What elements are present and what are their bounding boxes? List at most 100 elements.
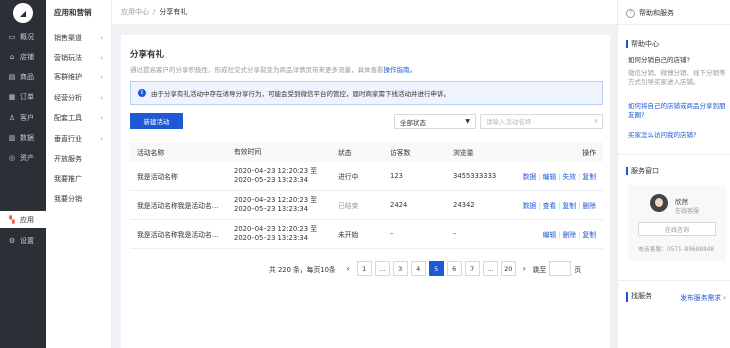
cell-name: 我是活动名称: [137, 173, 178, 181]
nav-item-label: 应用: [20, 215, 34, 224]
subnav-label: 我要分销: [54, 195, 82, 203]
help-header: ? 帮助和服务: [626, 8, 674, 18]
chevron-right-icon: ›: [100, 114, 103, 122]
service-card: 欣然 在线客服 在线咨询 电话客服：0571–89688848: [628, 185, 726, 261]
nav-item-settings[interactable]: ⚙ 设置: [0, 232, 46, 249]
page-button[interactable]: 20: [500, 261, 516, 276]
cell-views: 24342: [453, 201, 475, 209]
help-center-title: 帮助中心: [626, 40, 659, 48]
nav-item-label: 商品: [20, 72, 34, 81]
nav-item-data[interactable]: ▥ 数据: [0, 129, 46, 146]
order-icon: ▦: [8, 92, 16, 101]
page-button[interactable]: 4: [410, 261, 426, 276]
divider: [618, 280, 730, 281]
action-copy[interactable]: 复制: [563, 202, 577, 210]
subnav-item-sales-channel[interactable]: 销售渠道 ›: [46, 30, 112, 46]
nav-item-label: 客户: [20, 113, 34, 122]
divider: [618, 154, 730, 155]
page-button-active[interactable]: 5: [428, 261, 444, 276]
cell-time: 2020–04–23 12:20:23 至 2020–05–23 13:23:34: [234, 225, 338, 243]
action-delete[interactable]: 删除: [563, 231, 577, 239]
search-icon[interactable]: ⌕: [594, 117, 598, 126]
nav-item-apps[interactable]: ▚ 应用: [0, 211, 46, 228]
header-views: 浏览量: [453, 149, 474, 157]
nav-item-order[interactable]: ▦ 订单: [0, 88, 46, 105]
header-time: 有效时间: [234, 147, 262, 156]
search-input[interactable]: [486, 117, 586, 126]
action-copy[interactable]: 复制: [582, 173, 596, 181]
phone-service: 电话客服：0571–89688848: [638, 247, 715, 253]
cell-status: 进行中: [338, 173, 359, 181]
page-description: 通过提高客户的分享积极性，形成社交式分享裂变为商品详情页带来更多流量，具体查看操…: [130, 64, 416, 74]
cell-time: 2020–04–23 12:20:23 至 2020–05–23 13:23:34: [234, 167, 338, 185]
subnav-item-marketing[interactable]: 营销玩法 ›: [46, 50, 112, 66]
nav-item-goods[interactable]: ▤ 商品: [0, 68, 46, 85]
status-select[interactable]: 全部状态 ▼: [394, 114, 476, 129]
header-status: 状态: [338, 149, 352, 157]
agent-name: 欣然: [675, 198, 688, 206]
action-edit[interactable]: 编辑: [543, 231, 557, 239]
jump-page-input[interactable]: [549, 261, 572, 276]
page-button[interactable]: 7: [464, 261, 480, 276]
cell-status: 已结束: [338, 202, 359, 210]
page-button[interactable]: 6: [446, 261, 462, 276]
overview-icon: ▭: [8, 32, 16, 41]
next-page-icon[interactable]: ›: [519, 264, 530, 273]
page-ellipsis[interactable]: ...: [374, 261, 390, 276]
action-data[interactable]: 数据: [523, 202, 537, 210]
subnav-item-distribution[interactable]: 我要分销: [46, 191, 112, 207]
time-start: 2020–04–23 12:20:23 至: [234, 225, 318, 233]
cell-visitors: –: [390, 230, 394, 238]
action-edit[interactable]: 编辑: [543, 173, 557, 181]
page-suffix: 页: [574, 265, 582, 274]
time-end: 2020–05–23 13:23:34: [234, 205, 309, 213]
action-delete[interactable]: 删除: [582, 202, 596, 210]
nav-item-asset[interactable]: ◎ 资产: [0, 149, 46, 166]
nav-item-label: 设置: [20, 236, 34, 245]
post-demand-link[interactable]: 发布服务需求 ›: [680, 292, 726, 302]
subnav-item-vertical[interactable]: 垂直行业 ›: [46, 131, 112, 147]
nav-item-label: 店铺: [20, 52, 34, 61]
guide-link[interactable]: 操作指南。: [384, 66, 417, 74]
action-view[interactable]: 查看: [543, 202, 557, 210]
page-button[interactable]: 3: [392, 261, 408, 276]
customer-icon: ♙: [8, 113, 16, 122]
action-data[interactable]: 数据: [523, 173, 537, 181]
notice-banner: i 由于分享有礼活动中存在诱导分享行为，可能会受到微信平台的管控，届时商家需下线…: [130, 81, 603, 105]
subnav-item-promote[interactable]: 我要推广: [46, 171, 112, 187]
page-button[interactable]: 1: [356, 261, 372, 276]
chevron-right-icon: ›: [100, 94, 103, 102]
help-link-visit[interactable]: 买家怎么访问我的店铺?: [628, 131, 726, 140]
page-ellipsis[interactable]: ...: [482, 261, 498, 276]
nav-item-store[interactable]: ⌂ 店铺: [0, 48, 46, 65]
chevron-right-icon: ›: [100, 54, 103, 62]
caret-down-icon: ▼: [465, 118, 470, 125]
cell-name: 我是活动名称我是活动名…: [137, 231, 219, 239]
subnav-item-open-service[interactable]: 开放服务: [46, 151, 112, 167]
chevron-right-icon: ›: [100, 73, 103, 81]
chevron-right-icon: ›: [100, 34, 103, 42]
new-activity-button[interactable]: 新建活动: [130, 113, 183, 129]
pagination: 共 220 条，每页10条 ‹ 1 ... 3 4 5 6 7 ... 20 ›…: [269, 260, 581, 277]
description-text: 通过提高客户的分享积极性，形成社交式分享裂变为商品详情页带来更多流量，具体查看: [130, 66, 384, 74]
help-link-share[interactable]: 如何将自己的店铺或商品分享到朋友圈?: [628, 102, 726, 120]
cell-name: 我是活动名称我是活动名…: [137, 202, 219, 210]
nav-item-overview[interactable]: ▭ 概况: [0, 28, 46, 45]
subnav-item-customer-care[interactable]: 客群维护 ›: [46, 69, 112, 85]
time-end: 2020–05–23 13:23:34: [234, 234, 309, 242]
subnav-item-analysis[interactable]: 经营分析 ›: [46, 90, 112, 106]
action-copy[interactable]: 复制: [582, 231, 596, 239]
apps-icon: ▚: [9, 215, 15, 224]
nav-item-customer[interactable]: ♙ 客户: [0, 109, 46, 126]
avatar: [650, 194, 668, 212]
subnav-label: 销售渠道: [54, 34, 82, 42]
find-service-title: 找服务: [626, 292, 652, 302]
prev-page-icon[interactable]: ‹: [343, 264, 354, 273]
subnav-label: 配套工具: [54, 114, 82, 122]
subnav-item-tools[interactable]: 配套工具 ›: [46, 110, 112, 126]
online-consult-button[interactable]: 在线咨询: [638, 222, 716, 236]
breadcrumb-parent[interactable]: 应用中心: [121, 7, 149, 17]
subnav-label: 营销玩法: [54, 54, 82, 62]
action-invalidate[interactable]: 失效: [563, 173, 577, 181]
logo-icon[interactable]: ◢: [13, 3, 33, 23]
